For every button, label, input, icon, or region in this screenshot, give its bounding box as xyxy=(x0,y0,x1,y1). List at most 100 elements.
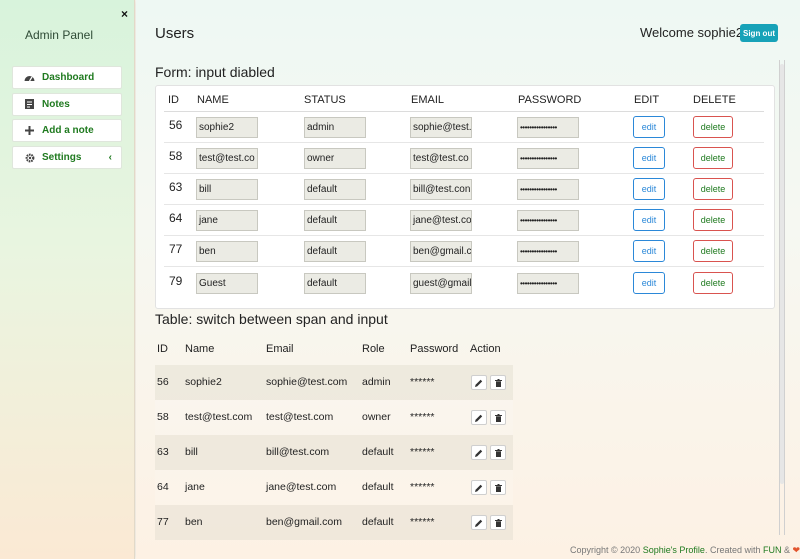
email-input[interactable]: guest@gmail xyxy=(410,273,472,294)
delete-button[interactable]: delete xyxy=(693,116,733,138)
cell-role: default xyxy=(362,516,394,528)
trash-icon[interactable] xyxy=(490,410,506,425)
sidebar-item-label: Settings xyxy=(42,152,82,164)
email-input[interactable]: sophie@test. xyxy=(410,117,472,138)
status-input[interactable]: default xyxy=(304,241,366,262)
trash-icon[interactable] xyxy=(490,445,506,460)
status-input[interactable]: owner xyxy=(304,148,366,169)
sidebar-item-label: Add a note xyxy=(42,125,94,137)
cell-email: bill@test.com xyxy=(266,446,330,458)
plus-icon xyxy=(24,125,35,136)
row-id: 77 xyxy=(169,242,183,256)
cell-role: owner xyxy=(362,411,391,423)
column-header-id: ID xyxy=(168,94,179,106)
table-section-title: Table: switch between span and input xyxy=(155,311,388,327)
email-input[interactable]: ben@gmail.c xyxy=(410,241,472,262)
email-input[interactable]: jane@test.co xyxy=(410,210,472,231)
column-header-id: ID xyxy=(157,343,168,355)
name-input[interactable]: ben xyxy=(196,241,258,262)
column-header-status: STATUS xyxy=(304,94,346,106)
cell-id: 63 xyxy=(157,446,169,458)
pencil-icon[interactable] xyxy=(471,375,487,390)
row-id: 79 xyxy=(169,274,183,288)
column-header-delete: DELETE xyxy=(693,94,736,106)
name-input[interactable]: sophie2 xyxy=(196,117,258,138)
edit-button[interactable]: edit xyxy=(633,116,665,138)
table-row: 77 ben ben@gmail.com default ****** xyxy=(155,505,513,540)
close-sidebar-icon[interactable]: × xyxy=(121,8,128,20)
heart-icon: ❤ xyxy=(792,545,800,555)
cell-password: ****** xyxy=(410,376,435,388)
row-id: 63 xyxy=(169,180,183,194)
column-header-name: NAME xyxy=(197,94,229,106)
sidebar-brand: Admin Panel xyxy=(24,28,94,42)
status-input[interactable]: default xyxy=(304,210,366,231)
row-id: 58 xyxy=(169,149,183,163)
delete-button[interactable]: delete xyxy=(693,240,733,262)
column-header-name: Name xyxy=(185,343,215,355)
delete-button[interactable]: delete xyxy=(693,178,733,200)
created-with-text: . Created with xyxy=(704,545,761,555)
pencil-icon[interactable] xyxy=(471,410,487,425)
pencil-icon[interactable] xyxy=(471,480,487,495)
edit-button[interactable]: edit xyxy=(633,240,665,262)
delete-button[interactable]: delete xyxy=(693,209,733,231)
trash-icon[interactable] xyxy=(490,375,506,390)
table-row: 79 Guest default guest@gmail •••••••••••… xyxy=(156,268,776,299)
welcome-text: Welcome sophie2, xyxy=(640,25,747,40)
scrollbar-thumb[interactable] xyxy=(780,64,784,484)
row-id: 64 xyxy=(169,211,183,225)
pencil-icon[interactable] xyxy=(471,445,487,460)
sidebar-item-settings[interactable]: Settings ‹ xyxy=(12,146,122,170)
sidebar-item-label: Notes xyxy=(42,98,70,110)
edit-button[interactable]: edit xyxy=(633,209,665,231)
cell-email: ben@gmail.com xyxy=(266,516,343,528)
pencil-icon[interactable] xyxy=(471,515,487,530)
delete-button[interactable]: delete xyxy=(693,272,733,294)
edit-button[interactable]: edit xyxy=(633,272,665,294)
status-input[interactable]: default xyxy=(304,273,366,294)
cell-name: ben xyxy=(185,516,203,528)
trash-icon[interactable] xyxy=(490,515,506,530)
column-header-email: EMAIL xyxy=(411,94,445,106)
chevron-left-icon: ‹ xyxy=(108,152,112,164)
password-input[interactable]: •••••••••••••••• xyxy=(517,179,579,200)
dashboard-icon xyxy=(24,72,35,83)
page-title: Users xyxy=(155,25,195,42)
edit-button[interactable]: edit xyxy=(633,147,665,169)
sidebar-item-dashboard[interactable]: Dashboard xyxy=(12,66,122,89)
name-input[interactable]: Guest xyxy=(196,273,258,294)
password-input[interactable]: •••••••••••••••• xyxy=(517,117,579,138)
column-header-password: PASSWORD xyxy=(518,94,582,106)
delete-button[interactable]: delete xyxy=(693,147,733,169)
password-input[interactable]: •••••••••••••••• xyxy=(517,210,579,231)
form-section-title: Form: input diabled xyxy=(155,64,275,80)
status-input[interactable]: admin xyxy=(304,117,366,138)
cell-role: default xyxy=(362,481,394,493)
cell-name: bill xyxy=(185,446,198,458)
password-input[interactable]: •••••••••••••••• xyxy=(517,241,579,262)
email-input[interactable]: test@test.co xyxy=(410,148,472,169)
gear-icon xyxy=(24,152,35,163)
trash-icon[interactable] xyxy=(490,480,506,495)
sign-out-button[interactable]: Sign out xyxy=(740,24,778,42)
email-input[interactable]: bill@test.con xyxy=(410,179,472,200)
password-input[interactable]: •••••••••••••••• xyxy=(517,273,579,294)
sidebar-item-add-note[interactable]: Add a note xyxy=(12,119,122,143)
name-input[interactable]: bill xyxy=(196,179,258,200)
password-input[interactable]: •••••••••••••••• xyxy=(517,148,579,169)
row-id: 56 xyxy=(169,118,183,132)
name-input[interactable]: test@test.co xyxy=(196,148,258,169)
cell-name: sophie2 xyxy=(185,376,222,388)
cell-role: admin xyxy=(362,376,391,388)
table-row: 77 ben default ben@gmail.c •••••••••••••… xyxy=(156,236,776,267)
cell-password: ****** xyxy=(410,446,435,458)
cell-name: test@test.com xyxy=(185,411,253,423)
table-row: 64 jane default jane@test.co •••••••••••… xyxy=(156,205,776,236)
sidebar-item-notes[interactable]: Notes xyxy=(12,92,122,116)
status-input[interactable]: default xyxy=(304,179,366,200)
sidebar-nav: Dashboard Notes Add a note Settings ‹ xyxy=(12,66,122,173)
profile-link[interactable]: Sophie's Profile xyxy=(643,545,705,555)
edit-button[interactable]: edit xyxy=(633,178,665,200)
name-input[interactable]: jane xyxy=(196,210,258,231)
